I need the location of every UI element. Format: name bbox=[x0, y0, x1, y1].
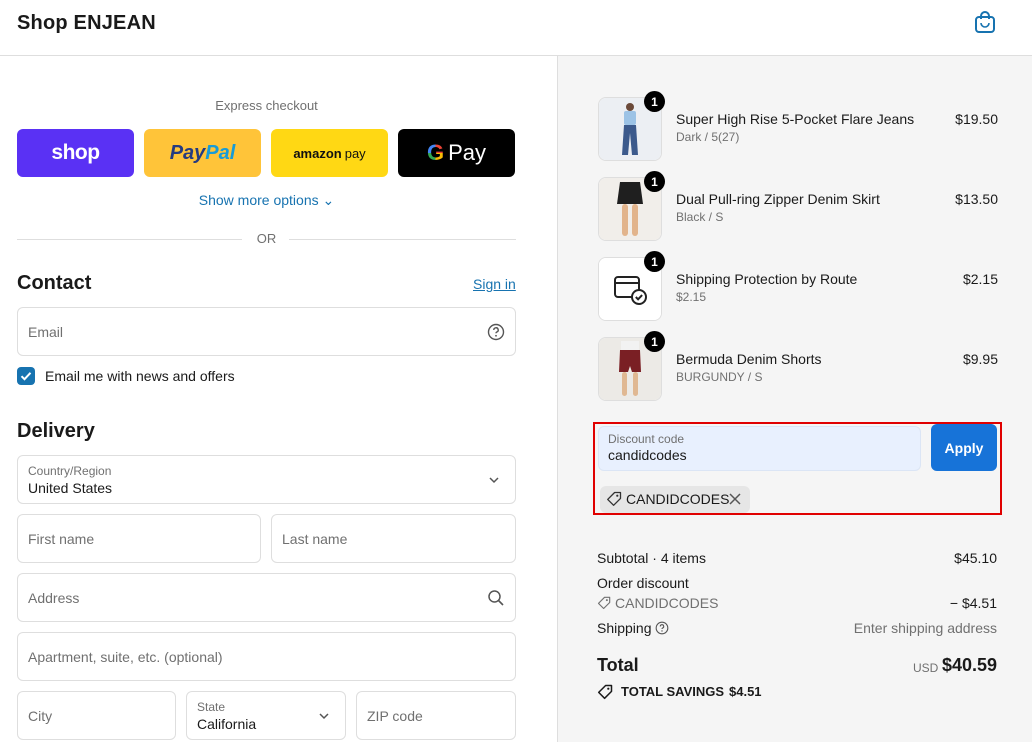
item-price: $2.15 bbox=[962, 271, 998, 287]
subtotal-value: $45.10 bbox=[954, 550, 997, 566]
paypal-button[interactable]: Pay Pal bbox=[144, 129, 261, 177]
savings-value: $4.51 bbox=[729, 684, 762, 699]
country-value: United States bbox=[28, 480, 113, 496]
or-divider: OR bbox=[17, 231, 516, 247]
contact-heading: Contact bbox=[17, 272, 92, 294]
discount-amount: − $4.51 bbox=[949, 595, 997, 611]
item-price: $13.50 bbox=[955, 191, 998, 207]
quantity-badge: 1 bbox=[644, 251, 665, 272]
subtotal-row: Subtotal · 4 items $45.10 bbox=[597, 550, 997, 568]
shipping-row: Shipping Enter shipping address bbox=[597, 620, 997, 638]
order-discount-label: Order discount bbox=[597, 575, 689, 591]
subtotal-label: Subtotal · 4 items bbox=[597, 550, 706, 566]
order-discount-code-row: CANDIDCODES − $4.51 bbox=[597, 595, 997, 613]
chevron-down-icon bbox=[318, 709, 330, 727]
apartment-field[interactable]: Apartment, suite, etc. (optional) bbox=[17, 632, 516, 681]
item-name: Bermuda Denim Shorts bbox=[676, 351, 822, 367]
last-name-placeholder: Last name bbox=[282, 531, 348, 547]
item-variant: $2.15 bbox=[676, 290, 707, 304]
total-amount: $40.59 bbox=[942, 655, 998, 675]
google-pay-button[interactable]: G Pay bbox=[398, 129, 515, 177]
item-price: $19.50 bbox=[955, 111, 998, 127]
email-placeholder: Email bbox=[28, 324, 64, 340]
help-icon[interactable] bbox=[655, 621, 669, 638]
address-placeholder: Address bbox=[28, 590, 80, 606]
zip-code-field[interactable]: ZIP code bbox=[356, 691, 516, 740]
address-field[interactable]: Address bbox=[17, 573, 516, 622]
savings-label: TOTAL SAVINGS bbox=[621, 684, 725, 699]
order-discount-row: Order discount bbox=[597, 575, 997, 593]
checkbox-checked-icon[interactable] bbox=[17, 367, 35, 385]
item-name: Super High Rise 5-Pocket Flare Jeans bbox=[676, 111, 915, 127]
city-placeholder: City bbox=[28, 708, 53, 724]
state-label: State bbox=[197, 700, 226, 714]
discount-code-label: Discount code bbox=[608, 432, 685, 446]
news-offers-label: Email me with news and offers bbox=[45, 368, 235, 384]
amazon-pay-button[interactable]: amazon pay bbox=[271, 129, 388, 177]
shipping-value: Enter shipping address bbox=[853, 620, 997, 636]
store-name[interactable]: Shop ENJEAN bbox=[17, 12, 156, 35]
email-field[interactable]: Email bbox=[17, 307, 516, 356]
show-more-options-link[interactable]: Show more options ⌄ bbox=[17, 192, 516, 209]
item-name: Shipping Protection by Route bbox=[676, 271, 858, 287]
item-price: $9.95 bbox=[962, 351, 998, 367]
cart-item: 1 Dual Pull-ring Zipper Denim Skirt Blac… bbox=[598, 171, 998, 241]
last-name-field[interactable]: Last name bbox=[271, 514, 516, 563]
tag-icon bbox=[606, 491, 622, 512]
applied-discount-chip: CANDIDCODES bbox=[600, 486, 750, 513]
shop-pay-button[interactable]: shop bbox=[17, 129, 134, 177]
cart-item: 1 Super High Rise 5-Pocket Flare Jeans D… bbox=[598, 91, 998, 161]
paypal-logo-part1: Pay bbox=[169, 141, 206, 164]
discount-code-name: CANDIDCODES bbox=[615, 595, 719, 611]
state-value: California bbox=[197, 716, 257, 732]
gpay-text: Pay bbox=[448, 140, 487, 165]
apply-button[interactable]: Apply bbox=[931, 424, 997, 471]
city-field[interactable]: City bbox=[17, 691, 176, 740]
country-select[interactable]: Country/Region United States bbox=[17, 455, 516, 504]
first-name-field[interactable]: First name bbox=[17, 514, 261, 563]
close-icon[interactable] bbox=[728, 492, 742, 511]
tag-icon bbox=[597, 684, 613, 703]
shipping-label: Shipping bbox=[597, 620, 652, 636]
header: Shop ENJEAN bbox=[0, 0, 1032, 56]
paypal-logo-part2: Pal bbox=[205, 141, 236, 164]
quantity-badge: 1 bbox=[644, 171, 665, 192]
amazon-pay-text: pay bbox=[344, 145, 366, 161]
cart-item: 1 Shipping Protection by Route $2.15 $2.… bbox=[598, 251, 998, 321]
discount-code-value: candidcodes bbox=[608, 447, 687, 463]
delivery-heading: Delivery bbox=[17, 420, 95, 442]
help-icon[interactable] bbox=[487, 323, 505, 346]
chevron-down-icon bbox=[488, 473, 500, 491]
item-variant: BURGUNDY / S bbox=[676, 370, 763, 384]
tag-icon bbox=[597, 596, 611, 613]
amazon-logo: amazon bbox=[293, 145, 342, 161]
search-icon bbox=[487, 589, 505, 612]
applied-code-text: CANDIDCODES bbox=[626, 491, 730, 507]
country-label: Country/Region bbox=[28, 464, 112, 478]
shop-pay-logo: shop bbox=[51, 141, 100, 164]
state-select[interactable]: State California bbox=[186, 691, 346, 740]
apartment-placeholder: Apartment, suite, etc. (optional) bbox=[28, 649, 223, 665]
express-checkout-label: Express checkout bbox=[215, 98, 318, 113]
or-text: OR bbox=[256, 231, 277, 246]
quantity-badge: 1 bbox=[644, 331, 665, 352]
item-name: Dual Pull-ring Zipper Denim Skirt bbox=[676, 191, 880, 207]
shopping-bag-icon[interactable] bbox=[974, 10, 996, 34]
zip-placeholder: ZIP code bbox=[367, 708, 423, 724]
quantity-badge: 1 bbox=[644, 91, 665, 112]
total-label: Total bbox=[597, 655, 639, 675]
cart-item: 1 Bermuda Denim Shorts BURGUNDY / S $9.9… bbox=[598, 331, 998, 401]
google-g-icon: G bbox=[426, 140, 445, 165]
item-variant: Black / S bbox=[676, 210, 724, 224]
item-variant: Dark / 5(27) bbox=[676, 130, 740, 144]
sign-in-link[interactable]: Sign in bbox=[473, 276, 516, 292]
currency-code: USD bbox=[913, 661, 939, 675]
discount-code-input[interactable]: Discount code candidcodes bbox=[598, 426, 921, 471]
first-name-placeholder: First name bbox=[28, 531, 95, 547]
